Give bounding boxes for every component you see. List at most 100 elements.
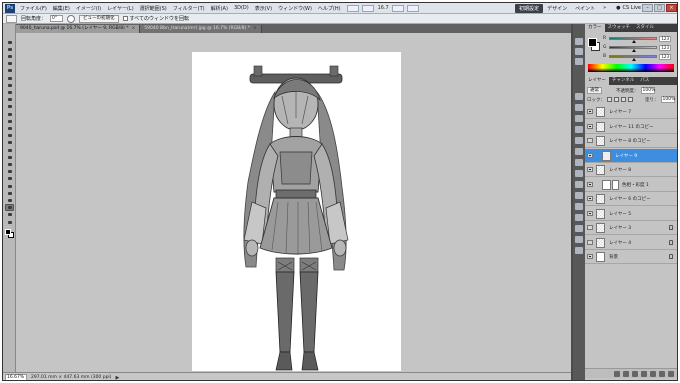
menu-view[interactable]: 表示(V) [252,5,275,12]
canvas-area[interactable] [16,33,571,372]
panel-shortcut-icon[interactable] [575,159,583,166]
panel-shortcut-icon[interactable] [575,93,583,100]
lock-pixels-icon[interactable] [614,97,619,102]
tool-button[interactable] [5,102,14,110]
minimize-button[interactable]: – [642,4,653,12]
green-slider[interactable]: G 123 [603,44,675,52]
panel-shortcut-icon[interactable] [575,170,583,177]
tool-button[interactable] [5,74,14,81]
panel-shortcut-icon[interactable] [575,58,583,65]
eye-icon[interactable] [587,138,593,143]
layer-row[interactable]: レイヤー 9 [585,148,677,163]
bridge-button[interactable] [346,4,359,12]
panel-shortcut-icon[interactable] [575,137,583,144]
screen-mode-button[interactable] [406,4,419,12]
maximize-button[interactable]: □ [654,4,665,12]
tab-layers[interactable]: レイヤー [585,77,609,85]
tool-button[interactable] [5,218,14,225]
layer-style-icon[interactable] [623,370,629,377]
layer-row[interactable]: 背景 [585,250,677,264]
panel-shortcut-icon[interactable] [575,247,583,254]
menu-filter[interactable]: フィルター(T) [170,5,208,12]
slider-track[interactable] [609,46,657,52]
tool-button[interactable] [5,153,14,161]
panel-shortcut-icon[interactable] [575,214,583,221]
color-spectrum-bar[interactable] [588,64,674,72]
cs-live-menu[interactable]: ● CS Live [616,5,641,11]
tool-button[interactable] [5,81,14,89]
new-layer-icon[interactable] [659,370,665,377]
panel-shortcut-icon[interactable] [575,115,583,122]
tool-button[interactable] [5,174,14,182]
zoom-level[interactable]: 16.7 [378,5,389,11]
panel-shortcut-icon[interactable] [575,148,583,155]
rotate-all-windows-checkbox[interactable]: すべてのウィンドウを回転 [122,15,189,22]
slider-track[interactable] [609,37,657,43]
layer-row[interactable]: 色相・彩度 1 [585,177,677,192]
tab-haruna-psd[interactable]: 9040_haruna.psd @ 16.7% (レイヤー 9, RGB/8) … [16,25,141,33]
layer-row[interactable]: レイヤー 7 [585,105,677,119]
foreground-color-swatch[interactable] [588,38,597,47]
status-zoom-field[interactable]: 16.67% [5,374,27,380]
tool-button[interactable] [5,52,14,60]
link-layers-icon[interactable] [614,370,620,377]
panel-shortcut-icon[interactable] [575,48,583,55]
opacity-field[interactable]: 100% [640,87,655,94]
eye-icon[interactable] [587,239,593,245]
status-menu-arrow-icon[interactable]: ▶ [115,375,119,381]
document-canvas[interactable] [192,52,401,371]
fill-field[interactable]: 100% [660,96,675,103]
panel-shortcut-icon[interactable] [575,225,583,232]
panel-shortcut-icon[interactable] [575,104,583,111]
rotate-angle-field[interactable]: 0° [50,15,64,22]
slider-knob[interactable] [632,40,637,43]
tab-styles[interactable]: スタイル [633,24,657,32]
menu-analysis[interactable]: 解析(A) [208,5,231,12]
slider-knob[interactable] [632,58,637,61]
workspace-essentials[interactable]: 初期設定 [515,3,544,13]
tool-button[interactable] [5,59,14,67]
slider-track[interactable] [609,55,657,61]
channel-value[interactable]: 123 [659,35,671,42]
tool-button[interactable] [5,167,14,175]
layer-row[interactable]: レイヤー 3 [585,221,677,235]
tool-button[interactable] [5,146,14,153]
layer-row[interactable]: レイヤー 6 のコピー [585,192,677,206]
reset-view-button[interactable]: ビューの初期化 [79,14,119,23]
menu-help[interactable]: ヘルプ(H) [315,5,344,12]
eye-icon[interactable] [587,254,593,259]
workspace-design[interactable]: デザイン [543,5,571,12]
close-button[interactable]: × [666,4,677,12]
eye-icon[interactable] [587,181,593,187]
eye-icon[interactable] [587,210,593,216]
layer-row[interactable]: レイヤー 4 [585,235,677,250]
tool-button[interactable] [5,110,14,117]
tool-button[interactable] [5,117,14,125]
rotate-view-icon[interactable] [67,14,76,23]
tool-button[interactable] [5,38,14,45]
eye-icon[interactable] [587,167,593,172]
eye-icon[interactable] [587,109,593,114]
tool-button[interactable] [5,138,14,146]
foreground-color-swatch[interactable] [5,229,11,235]
tool-button[interactable] [5,88,14,96]
tool-button[interactable] [5,203,14,211]
layer-row[interactable]: レイヤー 8 のコピー [585,134,677,148]
arrange-documents-button[interactable] [391,4,404,12]
eye-icon[interactable] [587,225,593,230]
lock-position-icon[interactable] [621,97,626,102]
add-mask-icon[interactable] [632,370,638,377]
minibridge-button[interactable] [361,4,374,12]
menu-3d[interactable]: 3D(D) [231,5,252,11]
menu-file[interactable]: ファイル(F) [17,5,50,12]
blue-slider[interactable]: B 123 [603,53,675,61]
panel-shortcut-icon[interactable] [575,126,583,133]
tool-button[interactable] [5,66,14,74]
workspace-more[interactable]: » [599,5,610,11]
tool-button[interactable] [5,189,14,197]
tab-haruna-jpg[interactable]: 59040 Bbn_Haruna(mr) jpg @ 16.7% (RGB/8)… [140,25,262,33]
lock-transparency-icon[interactable] [607,97,612,102]
close-icon[interactable]: × [132,26,136,31]
panel-shortcut-icon[interactable] [575,38,583,45]
menu-select[interactable]: 選択範囲(S) [137,5,170,12]
